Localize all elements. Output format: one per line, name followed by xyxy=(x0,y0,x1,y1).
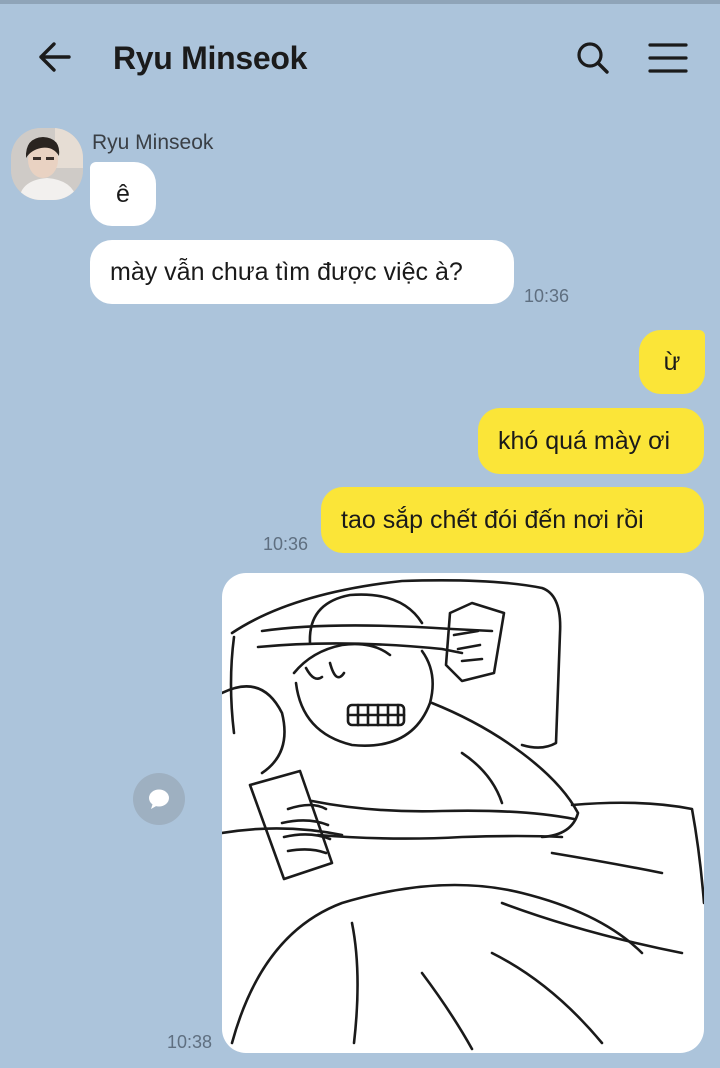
message-bubble-incoming[interactable]: ê xyxy=(90,162,156,226)
chat-header: Ryu Minseok xyxy=(0,4,720,108)
message-timestamp: 10:36 xyxy=(524,286,570,306)
search-icon xyxy=(577,42,609,74)
message-text: tao sắp chết đói đến nơi rồi xyxy=(341,505,644,534)
quick-reply-button[interactable] xyxy=(133,773,185,825)
sketch-image xyxy=(222,579,704,1051)
message-text: khó quá mày ơi xyxy=(498,426,671,455)
message-bubble-outgoing[interactable]: khó quá mày ơi xyxy=(478,408,704,474)
sender-name: Ryu Minseok xyxy=(92,131,214,154)
message-text: ê xyxy=(116,179,130,208)
back-button[interactable] xyxy=(32,34,78,80)
menu-button[interactable] xyxy=(644,37,692,79)
chat-title: Ryu Minseok xyxy=(113,40,308,76)
search-button[interactable] xyxy=(572,37,614,79)
hamburger-menu-icon xyxy=(648,43,688,73)
message-bubble-outgoing[interactable]: ừ xyxy=(639,330,705,394)
message-timestamp: 10:38 xyxy=(167,1032,213,1052)
arrow-left-icon xyxy=(39,42,71,72)
avatar-photo xyxy=(11,128,83,200)
chat-bubble-icon xyxy=(149,789,169,809)
sender-avatar[interactable] xyxy=(11,128,83,200)
message-bubble-incoming[interactable]: mày vẫn chưa tìm được việc à? xyxy=(90,240,514,304)
message-bubble-outgoing[interactable]: tao sắp chết đói đến nơi rồi xyxy=(321,487,704,553)
message-text: ừ xyxy=(663,347,681,376)
message-text: mày vẫn chưa tìm được việc à? xyxy=(110,257,463,286)
image-message[interactable] xyxy=(222,573,704,1053)
message-timestamp: 10:36 xyxy=(263,534,309,554)
